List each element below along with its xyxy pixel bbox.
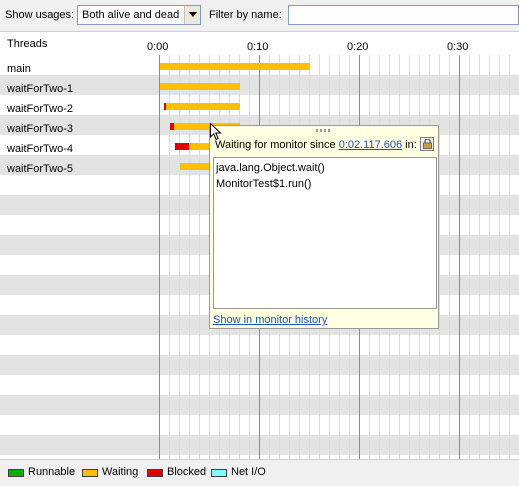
runnable-swatch-icon (8, 469, 24, 477)
thread-state-bar[interactable] (175, 143, 189, 150)
grid-line (489, 55, 490, 459)
thread-name[interactable]: waitForTwo-4 (7, 143, 73, 155)
mouse-pointer-icon (210, 123, 222, 141)
monitor-time-link[interactable]: 0:02.117.606 (339, 139, 402, 151)
legend-label: Blocked (167, 466, 207, 478)
state-legend: Runnable Waiting Blocked Net I/O (0, 459, 519, 486)
threads-column-header: Threads (7, 38, 48, 50)
thread-name[interactable]: waitForTwo-3 (7, 123, 73, 135)
toolbar: Show usages: Both alive and dead Filter … (0, 0, 519, 32)
legend-label: Net I/O (231, 466, 266, 478)
grid-line-major (459, 55, 460, 459)
stack-frame[interactable]: MonitorTest$1.run() (216, 176, 434, 192)
thread-state-bar[interactable] (160, 63, 310, 70)
grid-line (479, 55, 480, 459)
thread-name[interactable]: waitForTwo-5 (7, 163, 73, 175)
monitor-details-popup[interactable]: Waiting for monitor since 0:02.117.606 i… (209, 125, 439, 329)
legend-label: Waiting (102, 466, 139, 478)
popup-header-suffix: in: (402, 139, 417, 151)
show-usages-dropdown[interactable]: Both alive and dead (77, 5, 201, 25)
blocked-swatch-icon (147, 469, 163, 477)
grid-line (469, 55, 470, 459)
grid-line (199, 55, 200, 459)
grid-line (189, 55, 190, 459)
grid-line (439, 55, 440, 459)
thread-name[interactable]: waitForTwo-1 (7, 83, 73, 95)
show-usages-selected-value: Both alive and dead (82, 9, 180, 21)
grid-line (449, 55, 450, 459)
show-in-monitor-history-link[interactable]: Show in monitor history (213, 314, 327, 326)
show-usages-label: Show usages: (5, 9, 75, 21)
thread-name[interactable]: waitForTwo-2 (7, 103, 73, 115)
waiting-swatch-icon (82, 469, 98, 477)
filter-by-name-label: Filter by name: (209, 9, 282, 21)
grid-line (169, 55, 170, 459)
thread-state-bar[interactable] (160, 83, 240, 90)
legend-label: Runnable (28, 466, 76, 478)
lock-icon[interactable] (420, 137, 434, 151)
thread-name[interactable]: main (7, 63, 31, 75)
time-tick-label: 0:20 (347, 41, 369, 53)
resize-grip[interactable] (316, 129, 332, 132)
grid-line (509, 55, 510, 459)
grid-line (179, 55, 180, 459)
thread-state-bar[interactable] (166, 103, 240, 110)
grid-line (499, 55, 500, 459)
filter-by-name-input[interactable] (288, 5, 519, 25)
time-tick-label: 0:00 (147, 41, 169, 53)
time-tick-label: 0:10 (247, 41, 269, 53)
time-tick-label: 0:30 (447, 41, 469, 53)
stack-frame[interactable]: java.lang.Object.wait() (216, 160, 434, 176)
popup-header-prefix: Waiting for monitor since (215, 139, 339, 151)
chevron-down-icon[interactable] (184, 6, 200, 24)
popup-header: Waiting for monitor since 0:02.117.606 i… (215, 139, 417, 151)
stack-trace-list[interactable]: java.lang.Object.wait() MonitorTest$1.ru… (213, 157, 437, 309)
grid-line-major (159, 55, 160, 459)
net-io-swatch-icon (211, 469, 227, 477)
